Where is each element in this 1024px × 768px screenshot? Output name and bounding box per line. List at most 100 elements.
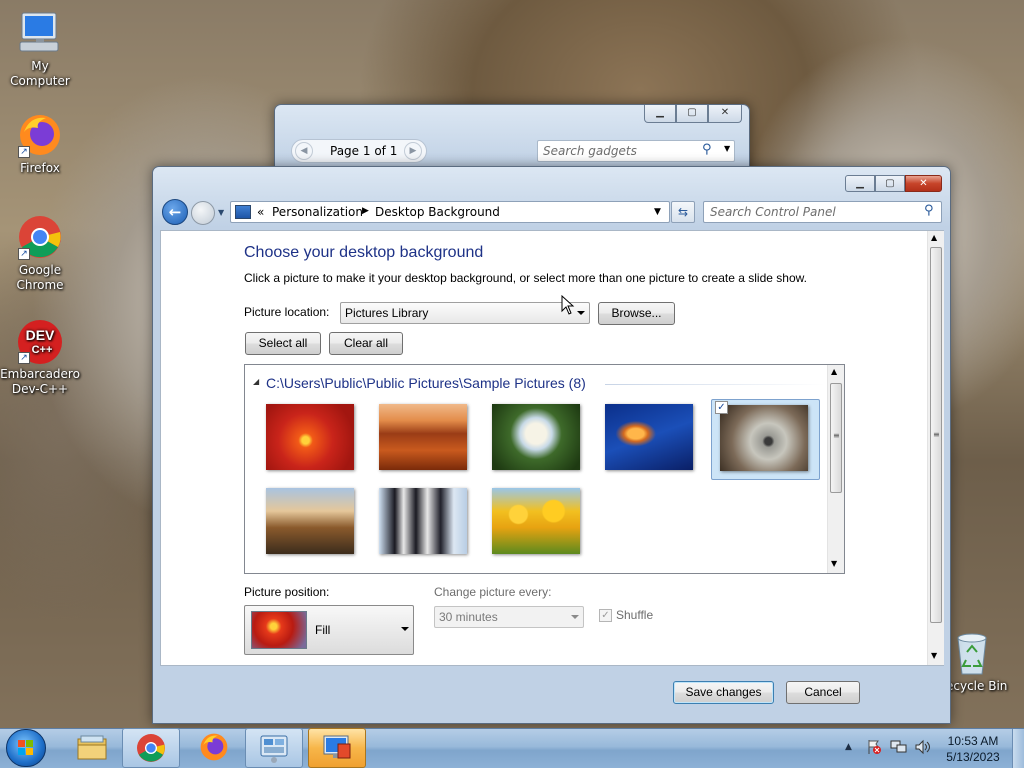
desktop-icon-firefox[interactable]: ↗ Firefox — [0, 112, 80, 176]
back-arrow-icon: ← — [168, 203, 182, 221]
scroll-down-icon[interactable]: ▼ — [931, 651, 937, 660]
desktop-icon-google-chrome[interactable]: ↗ Google Chrome — [0, 214, 80, 293]
picture-position-dropdown[interactable]: Fill — [244, 605, 414, 655]
taskbar-explorer[interactable] — [64, 728, 120, 768]
search-placeholder: Search Control Panel — [710, 205, 836, 219]
shuffle-label: Shuffle — [616, 608, 654, 622]
picture-list: ◢ C:\Users\Public\Public Pictures\Sample… — [244, 364, 845, 574]
search-control-panel-input[interactable]: Search Control Panel ⚲ — [703, 201, 942, 223]
desktop-icon-label: Firefox — [20, 161, 60, 175]
svg-text:C++: C++ — [32, 344, 53, 356]
taskbar-chrome[interactable] — [122, 728, 180, 768]
desktop-icon-label: My Computer — [10, 59, 70, 88]
scroll-up-icon[interactable]: ▲ — [931, 233, 937, 242]
picture-position-label: Picture position: — [244, 585, 330, 599]
gadgets-icon — [260, 735, 288, 763]
select-all-button[interactable]: Select all — [245, 332, 321, 355]
scroll-thumb[interactable]: ≡ — [930, 247, 942, 623]
chrome-icon: ↗ — [16, 214, 64, 260]
chevron-down-icon — [401, 627, 409, 631]
collapse-group-icon[interactable]: ◢ — [253, 377, 259, 386]
picture-location-value: Pictures Library — [345, 306, 429, 320]
windows-explorer-icon — [77, 735, 107, 760]
firefox-icon — [200, 733, 228, 761]
page-description: Click a picture to make it your desktop … — [244, 271, 807, 285]
prev-page-icon[interactable]: ◀ — [295, 142, 313, 160]
close-button[interactable]: ✕ — [905, 175, 942, 192]
page-label: Page 1 of 1 — [330, 144, 398, 158]
change-picture-every-dropdown[interactable]: 30 minutes — [434, 606, 584, 628]
thumbnail-koala[interactable] — [720, 405, 808, 471]
start-button[interactable] — [6, 729, 46, 767]
address-bar[interactable]: « Personalization ▶ Desktop Background ▼ — [230, 201, 670, 223]
content-pane: ▲ ≡ ▼ Choose your desktop background Cli… — [160, 230, 944, 666]
picture-list-scrollbar[interactable]: ▲ ≡ ▼ — [827, 365, 844, 573]
address-dropdown-icon[interactable]: ▼ — [654, 207, 661, 217]
network-icon[interactable] — [890, 739, 908, 755]
maximize-button[interactable]: ▢ — [676, 105, 708, 123]
recent-pages-chevron-icon[interactable]: ▼ — [218, 208, 224, 217]
chevron-down-icon[interactable]: ▼ — [724, 144, 730, 153]
clock-time: 10:53 AM — [947, 734, 999, 748]
desktop-icon-my-computer[interactable]: My Computer — [0, 10, 80, 89]
minimize-button[interactable]: ▁ — [644, 105, 676, 123]
clear-all-button[interactable]: Clear all — [329, 332, 403, 355]
scroll-thumb[interactable]: ≡ — [830, 383, 842, 493]
mouse-cursor-icon — [561, 295, 575, 315]
forward-button[interactable] — [191, 201, 215, 225]
thumbnail-chrysanthemum[interactable] — [266, 404, 354, 470]
minimize-button[interactable]: ▁ — [845, 175, 875, 192]
thumbnail-koala-selection[interactable]: ✓ — [711, 399, 820, 480]
breadcrumb-desktop-background[interactable]: Desktop Background — [375, 205, 500, 219]
scroll-down-icon[interactable]: ▼ — [831, 559, 837, 568]
picture-position-value: Fill — [315, 623, 331, 637]
save-changes-button[interactable]: Save changes — [673, 681, 774, 704]
personalization-icon — [323, 735, 351, 759]
chevron-down-icon — [571, 615, 579, 619]
search-icon[interactable]: ⚲ — [924, 203, 934, 218]
maximize-button[interactable]: ▢ — [875, 175, 905, 192]
browse-button[interactable]: Browse... — [598, 302, 675, 325]
search-icon[interactable]: ⚲ — [702, 142, 712, 157]
breadcrumb-personalization[interactable]: Personalization — [272, 205, 363, 219]
gadgets-search-input[interactable]: Search gadgets ⚲ ▼ — [537, 140, 735, 162]
thumbnail-jellyfish[interactable] — [605, 404, 693, 470]
breadcrumb-separator-icon[interactable]: ▶ — [362, 206, 369, 216]
thumbnail-lighthouse[interactable] — [266, 488, 354, 554]
refresh-button[interactable]: ⇆ — [671, 201, 695, 223]
svg-text:DEV: DEV — [26, 327, 55, 343]
breadcrumb-overflow-icon[interactable]: « — [257, 205, 264, 219]
cancel-button[interactable]: Cancel — [786, 681, 860, 704]
thumbnail-desert[interactable] — [379, 404, 467, 470]
show-hidden-icons[interactable]: ▲ — [845, 742, 852, 752]
desktop-icon-recycle-bin[interactable]: ecycle Bin — [946, 630, 1024, 694]
shuffle-checkbox[interactable]: ✓ — [599, 609, 612, 622]
page-heading: Choose your desktop background — [244, 244, 484, 261]
close-button[interactable]: ✕ — [708, 105, 742, 123]
back-button[interactable]: ← — [162, 199, 188, 225]
picture-location-label: Picture location: — [244, 305, 330, 319]
clock[interactable]: 10:53 AM 5/13/2023 — [940, 733, 1006, 765]
devcpp-icon: DEV C++ ↗ — [16, 318, 64, 364]
desktop-icon-label: Google Chrome — [16, 263, 64, 292]
thumbnail-penguins[interactable] — [379, 488, 467, 554]
scroll-up-icon[interactable]: ▲ — [831, 367, 837, 376]
content-scrollbar[interactable]: ▲ ≡ ▼ — [927, 231, 944, 665]
thumbnail-hydrangeas[interactable] — [492, 404, 580, 470]
search-placeholder: Search gadgets — [543, 144, 637, 158]
action-center-icon[interactable] — [866, 739, 882, 755]
next-page-icon[interactable]: ▶ — [404, 142, 422, 160]
volume-icon[interactable] — [914, 739, 932, 755]
chrome-icon — [137, 734, 165, 762]
taskbar-personalization[interactable] — [308, 728, 366, 768]
show-desktop-button[interactable] — [1012, 729, 1024, 768]
thumbnail-tulips[interactable] — [492, 488, 580, 554]
page-navigator: ◀ Page 1 of 1 ▶ — [291, 139, 427, 163]
taskbar-gadgets[interactable] — [245, 728, 303, 768]
desktop-icon-devcpp[interactable]: DEV C++ ↗ Embarcadero Dev-C++ — [0, 318, 80, 397]
recycle-bin-icon — [952, 630, 992, 676]
group-header[interactable]: C:\Users\Public\Public Pictures\Sample P… — [266, 375, 586, 391]
koala-checkbox[interactable]: ✓ — [715, 401, 728, 414]
picture-location-dropdown[interactable]: Pictures Library — [340, 302, 590, 324]
taskbar-firefox[interactable] — [186, 728, 242, 768]
